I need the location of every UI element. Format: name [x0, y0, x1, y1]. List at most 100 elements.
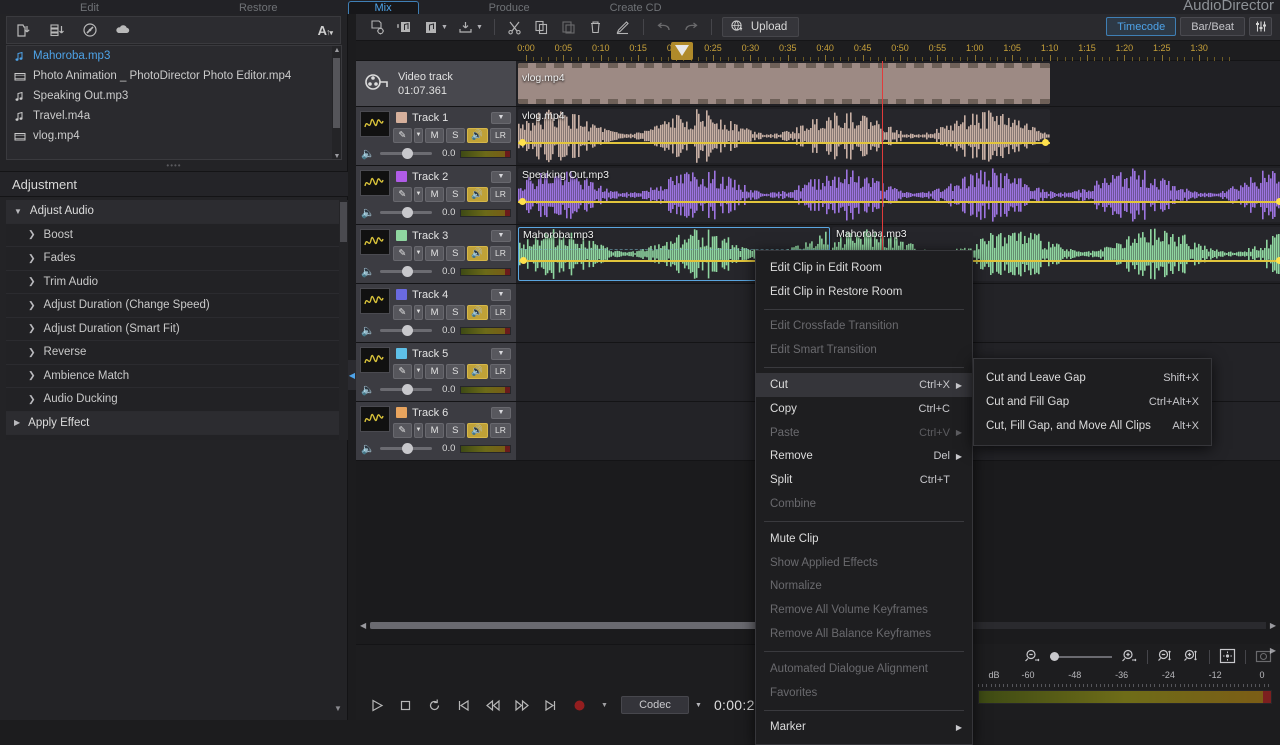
track-mute-button[interactable]: M	[425, 305, 444, 320]
pen-edit-icon[interactable]	[610, 17, 636, 38]
track-mute-button[interactable]: M	[425, 364, 444, 379]
text-size-button[interactable]: A↑▾	[318, 23, 332, 38]
track-tool-caret[interactable]: ▼	[414, 305, 424, 320]
video-clip[interactable]: vlog.mp4	[518, 63, 1050, 104]
track-volume-slider[interactable]	[380, 152, 432, 155]
track-tool-caret[interactable]: ▼	[414, 187, 424, 202]
track-speaker-button[interactable]: 🔊	[467, 246, 488, 261]
track-header-4[interactable]: Track 4 ▼ ✎ ▼ M S 🔊 LR 🔈 0.0	[356, 284, 516, 342]
scrollbar-thumb[interactable]	[340, 202, 347, 242]
track-lr-button[interactable]: LR	[490, 246, 511, 261]
barbeat-button[interactable]: Bar/Beat	[1180, 17, 1245, 36]
track-lr-button[interactable]: LR	[490, 187, 511, 202]
sidebar-collapse-handle[interactable]: ◀	[348, 360, 356, 390]
cut-scissors-icon[interactable]	[502, 17, 528, 38]
menu-item-cut[interactable]: CutCtrl+X▶	[756, 373, 972, 397]
track-solo-button[interactable]: S	[446, 423, 465, 438]
menu-item-edit-clip-in-edit-room[interactable]: Edit Clip in Edit Room	[756, 256, 972, 280]
redo-icon[interactable]	[678, 17, 704, 38]
scrollbar-thumb[interactable]	[333, 58, 340, 128]
snapshot-icon[interactable]	[1255, 648, 1272, 667]
codec-caret-icon[interactable]: ▼	[695, 702, 702, 709]
project-settings-icon[interactable]	[364, 17, 390, 38]
scroll-down-arrow[interactable]: ▼	[334, 153, 341, 160]
sidebar-scroll-down-arrow[interactable]: ▼	[334, 704, 343, 716]
adjust-item-ambience-match[interactable]: ❯Ambience Match	[6, 365, 342, 389]
track-color-swatch[interactable]	[396, 112, 407, 123]
scroll-left-arrow[interactable]: ◀	[360, 621, 366, 630]
zoom-in-vertical-icon[interactable]	[1183, 648, 1200, 666]
media-library-list[interactable]: Mahoroba.mp3 Photo Animation _ PhotoDire…	[6, 45, 342, 160]
track-lane-1[interactable]: vlog.mp4	[516, 107, 1280, 165]
track-color-swatch[interactable]	[396, 171, 407, 182]
zoom-in-horizontal-icon[interactable]	[1121, 648, 1138, 666]
track-volume-slider[interactable]	[380, 388, 432, 391]
list-item[interactable]: Travel.m4a	[7, 106, 341, 126]
list-item[interactable]: Speaking Out.mp3	[7, 86, 341, 106]
timeline-ruler[interactable]: 0:000:050:100:150:200:250:300:350:400:45…	[356, 41, 1280, 61]
prev-icon[interactable]	[455, 697, 472, 714]
play-icon[interactable]	[368, 697, 385, 714]
volume-speaker-icon[interactable]: 🔈	[361, 206, 375, 219]
track-speaker-button[interactable]: 🔊	[467, 187, 488, 202]
track-color-swatch[interactable]	[396, 230, 407, 241]
track-lr-button[interactable]: LR	[490, 128, 511, 143]
track-mute-button[interactable]: M	[425, 128, 444, 143]
panel-resize-grip[interactable]: ••••	[0, 164, 348, 169]
video-track-lane[interactable]: vlog.mp4	[516, 61, 1280, 106]
mixer-sliders-icon[interactable]	[1249, 17, 1272, 36]
adjustment-scrollbar[interactable]	[339, 200, 348, 440]
track-color-swatch[interactable]	[396, 407, 407, 418]
slider-knob[interactable]	[402, 325, 413, 336]
library-scrollbar[interactable]: ▲ ▼	[332, 46, 341, 160]
track-header-3[interactable]: Track 3 ▼ ✎ ▼ M S 🔊 LR 🔈 0.0	[356, 225, 516, 283]
track-volume-slider[interactable]	[380, 329, 432, 332]
menu-item-mute-clip[interactable]: Mute Clip	[756, 527, 972, 551]
slider-knob[interactable]	[402, 266, 413, 277]
adjust-item-reverse[interactable]: ❯Reverse	[6, 341, 342, 365]
list-item[interactable]: Mahoroba.mp3	[7, 46, 341, 66]
video-track-header[interactable]: Video track 01:07.361	[356, 61, 516, 106]
add-audio-icon[interactable]	[391, 17, 417, 38]
track-lane-2[interactable]: Speaking Out.mp3	[516, 166, 1280, 224]
track-lr-button[interactable]: LR	[490, 423, 511, 438]
scrollbar-thumb[interactable]	[370, 622, 790, 629]
track-solo-button[interactable]: S	[446, 364, 465, 379]
track-speaker-button[interactable]: 🔊	[467, 128, 488, 143]
adjust-item-boost[interactable]: ❯Boost	[6, 224, 342, 248]
submenu-item-cut-fill-gap-and-move-all-clips[interactable]: Cut, Fill Gap, and Move All ClipsAlt+X	[974, 414, 1211, 438]
clip-volume-line[interactable]	[518, 142, 1050, 144]
track-tool-pen-button[interactable]: ✎	[393, 423, 412, 438]
tab-restore[interactable]: Restore	[229, 2, 288, 14]
fit-to-window-icon[interactable]	[1219, 648, 1236, 667]
slider-knob[interactable]	[1050, 652, 1059, 661]
adjust-item-fades[interactable]: ❯Fades	[6, 247, 342, 271]
record-icon[interactable]	[571, 697, 588, 714]
track-color-swatch[interactable]	[396, 289, 407, 300]
volume-speaker-icon[interactable]: 🔈	[361, 265, 375, 278]
track-tool-pen-button[interactable]: ✎	[393, 305, 412, 320]
track-lr-button[interactable]: LR	[490, 364, 511, 379]
cloud-icon[interactable]	[114, 22, 131, 39]
import-media-icon[interactable]	[15, 22, 32, 39]
tab-mix[interactable]: Mix	[348, 1, 419, 14]
track-solo-button[interactable]: S	[446, 305, 465, 320]
track-menu-button[interactable]: ▼	[491, 407, 511, 419]
volume-speaker-icon[interactable]: 🔈	[361, 383, 375, 396]
slider-knob[interactable]	[402, 207, 413, 218]
clip-context-menu[interactable]: Edit Clip in Edit RoomEdit Clip in Resto…	[755, 250, 973, 745]
slider-knob[interactable]	[402, 384, 413, 395]
group-apply-effect[interactable]: ▶ Apply Effect	[6, 412, 342, 436]
record-disc-icon[interactable]	[81, 22, 98, 39]
adjust-item-trim-audio[interactable]: ❯Trim Audio	[6, 271, 342, 295]
undo-icon[interactable]	[651, 17, 677, 38]
import-to-track-icon[interactable]	[453, 17, 479, 38]
menu-item-remove[interactable]: RemoveDel▶	[756, 445, 972, 469]
track-header-5[interactable]: Track 5 ▼ ✎ ▼ M S 🔊 LR 🔈 0.0	[356, 343, 516, 401]
track-color-swatch[interactable]	[396, 348, 407, 359]
delete-trash-icon[interactable]	[583, 17, 609, 38]
audio-clip[interactable]: Speaking Out.mp3	[518, 168, 1280, 222]
copy-icon[interactable]	[529, 17, 555, 38]
track-tool-caret[interactable]: ▼	[414, 246, 424, 261]
tab-edit[interactable]: Edit	[70, 2, 109, 14]
